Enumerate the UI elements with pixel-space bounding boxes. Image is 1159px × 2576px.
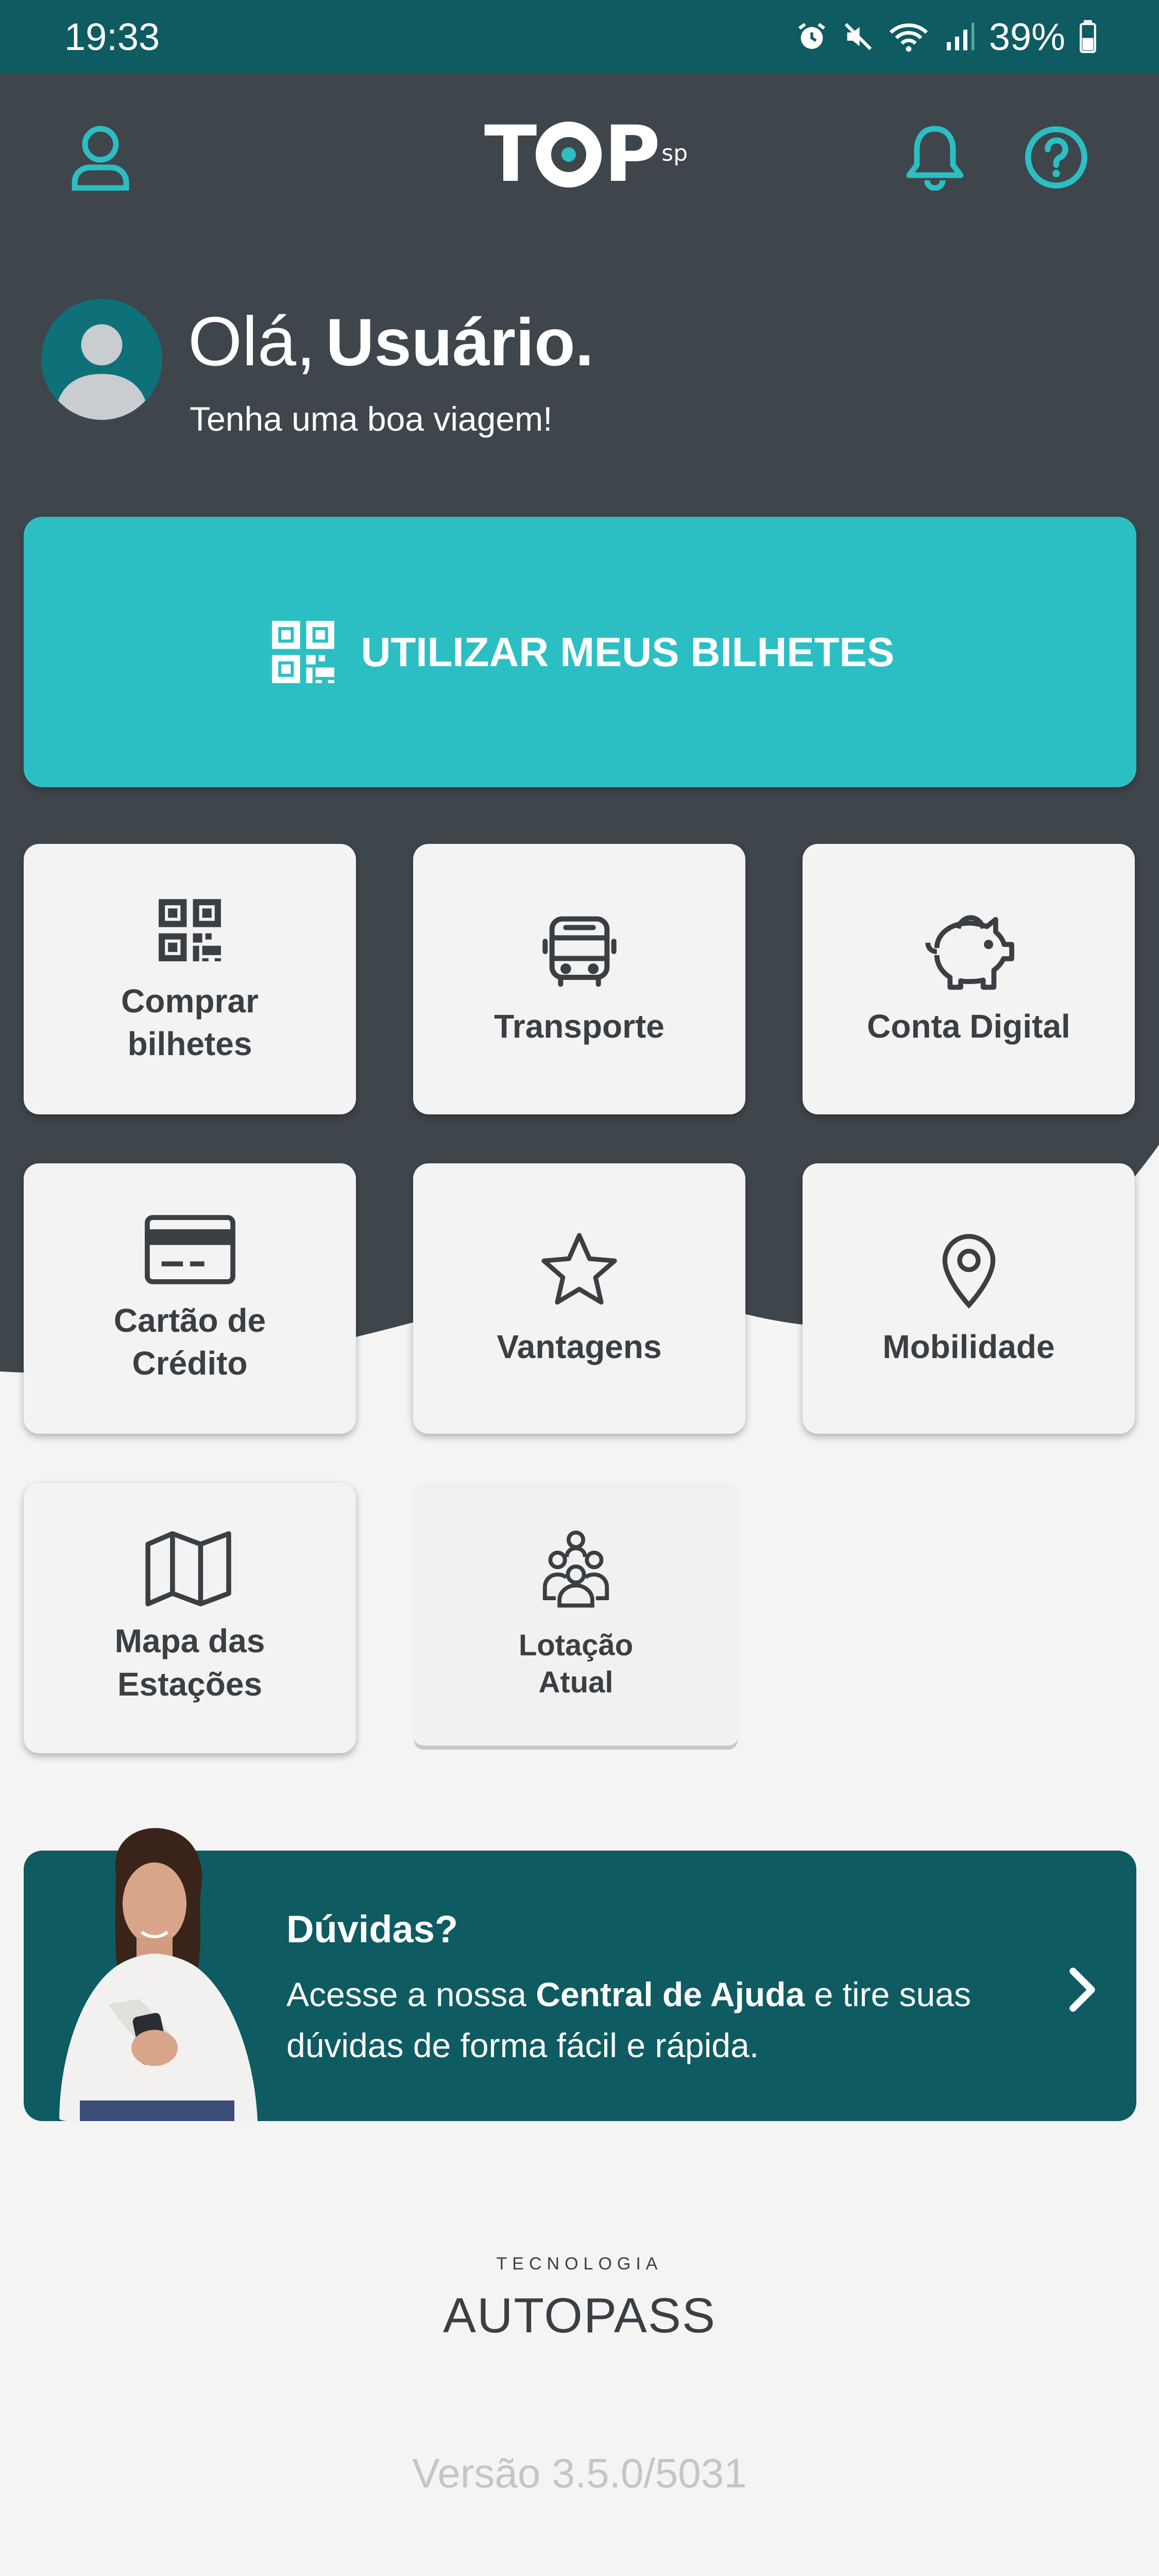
map-pin-icon [942, 1234, 995, 1309]
banner-chevron[interactable] [1064, 1967, 1100, 2015]
app-version: Versão 3.5.0/5031 [412, 2450, 747, 2496]
tile-transport[interactable]: Transporte [413, 844, 745, 1114]
woman-with-phone-image [49, 1826, 270, 2121]
use-tickets-label: UTILIZAR MEUS BILHETES [361, 629, 895, 675]
battery-percent: 39% [988, 15, 1065, 58]
qr-code-icon [159, 899, 221, 961]
help-center-link-text: Central de Ajuda [536, 1975, 805, 2013]
notifications-button[interactable] [896, 118, 974, 196]
bell-icon [906, 126, 964, 191]
woman-illustration [59, 1828, 258, 2121]
help-icon [1025, 126, 1087, 189]
user-name: Usuário. [326, 304, 594, 380]
tile-label: Cartão de Crédito [113, 1301, 266, 1382]
mute-icon [844, 23, 872, 50]
tile-current-capacity[interactable]: Lotação Atual [413, 1483, 739, 1745]
piggy-bank-icon [925, 915, 1014, 990]
top-sp-logo: T P sp [484, 110, 688, 199]
logo-sub: sp [661, 140, 688, 166]
wifi-icon [889, 23, 928, 52]
battery-icon [1080, 20, 1096, 53]
alarm-icon [798, 23, 825, 49]
tile-label: Lotação Atual [518, 1628, 634, 1700]
autopass-logo: AUTOPASS [443, 2288, 716, 2343]
signal-icon [946, 23, 975, 50]
greeting-hello: Olá, [188, 302, 316, 380]
help-button[interactable] [1017, 118, 1095, 196]
status-icons: 39% [795, 15, 1097, 59]
qr-code-icon [271, 621, 334, 683]
chevron-right-icon [1069, 1968, 1095, 2012]
crowd-icon [542, 1530, 609, 1607]
tile-label: Conta Digital [867, 1007, 1070, 1045]
banner-title: Dúvidas? [286, 1908, 458, 1951]
status-time: 19:33 [64, 15, 160, 58]
tile-label: Transporte [494, 1007, 664, 1045]
tile-buy-tickets[interactable]: Comprar bilhetes [24, 844, 356, 1114]
credit-card-icon [144, 1215, 235, 1284]
tile-credit-card[interactable]: Cartão de Crédito [24, 1163, 356, 1434]
bus-icon [542, 916, 617, 987]
use-tickets-button[interactable]: UTILIZAR MEUS BILHETES [24, 517, 1136, 787]
map-icon [145, 1531, 231, 1607]
logo-o-mark [536, 122, 602, 188]
tile-digital-account[interactable]: Conta Digital [803, 844, 1135, 1114]
avatar[interactable] [41, 299, 162, 420]
greeting-subtitle: Tenha uma boa viagem! [190, 400, 553, 438]
tile-station-map[interactable]: Mapa das Estações [24, 1483, 356, 1753]
tile-advantages[interactable]: Vantagens [413, 1163, 745, 1434]
profile-button[interactable] [62, 118, 139, 196]
greeting-title: Olá, Usuário. [188, 307, 594, 376]
tile-label: Mobilidade [882, 1328, 1055, 1366]
status-bar: 19:33 39% [0, 0, 1159, 73]
user-avatar-icon [41, 299, 162, 420]
tile-mobility[interactable]: Mobilidade [803, 1163, 1135, 1434]
technology-label: TECNOLOGIA [496, 2254, 663, 2274]
tile-label: Mapa das Estações [114, 1622, 265, 1703]
tile-label: Vantagens [497, 1328, 662, 1366]
banner-text: Acesse a nossa Central de Ajuda e tire s… [286, 1975, 971, 2064]
profile-icon [72, 126, 129, 191]
star-icon [541, 1233, 617, 1305]
tile-label: Comprar bilhetes [121, 982, 259, 1062]
